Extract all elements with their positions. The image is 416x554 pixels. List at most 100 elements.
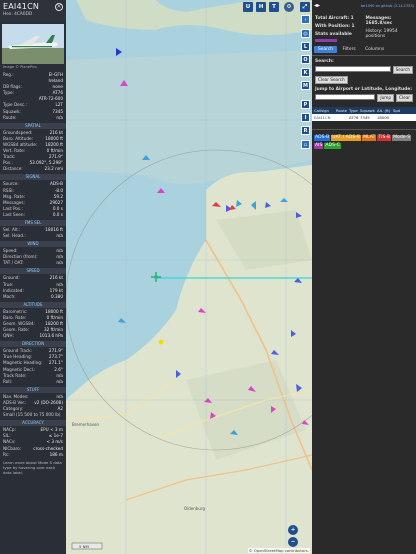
source-chip[interactable]: TIS-B [377, 135, 392, 141]
total-aircraft: Total Aircraft: 1 [315, 16, 354, 21]
stats-bar [315, 39, 337, 42]
col-altitude[interactable]: Alt. (ft) [377, 108, 391, 113]
aircraft-table: Callsign Route Type Squawk Alt. (ft) Spd… [312, 107, 416, 121]
detail-sections: SPATIAL Groundspeed: 216 kt Baro. Altitude:… [0, 122, 66, 458]
footer-note: Learn more about Mode S data type by hov… [3, 459, 62, 475]
col-callsign[interactable]: Callsign [314, 108, 334, 113]
detail-row: Small (15 500 to 75 000 lb) [0, 412, 66, 418]
settings-gear-icon[interactable]: ⚙ [284, 2, 294, 12]
clear-jump-button[interactable]: Clear [396, 94, 413, 102]
col-route[interactable]: Route [336, 108, 347, 113]
map-button-h[interactable]: H [256, 2, 266, 12]
tab-filters[interactable]: Filters [339, 46, 360, 53]
clear-search-button[interactable]: Clear Search [315, 76, 348, 84]
zoom-out-button[interactable]: − [288, 537, 298, 547]
airplane-photo-image [2, 24, 64, 64]
detail-label: Reg.: [3, 72, 14, 77]
detail-row: Roll: n/a [0, 379, 66, 385]
source-chip[interactable]: ADS-C [324, 143, 341, 149]
map-side-button-l[interactable]: L [301, 42, 310, 51]
fullscreen-icon[interactable]: ⤢ [300, 2, 310, 12]
source-chip[interactable]: Mode-S [392, 135, 412, 141]
callsign-title: EAI41CN [3, 2, 40, 11]
source-chip[interactable]: AIS [314, 143, 324, 149]
cell-squawk: 7345 [360, 115, 370, 120]
expand-left-icon[interactable]: ◂▸ [314, 2, 320, 9]
detail-value: n/a [56, 378, 63, 384]
source-chip[interactable]: UAT / ADS-R [331, 135, 362, 141]
collapse-arrow-icon[interactable]: › [301, 15, 310, 24]
col-speed[interactable]: Spd [393, 108, 401, 113]
map-button-t[interactable]: T [269, 2, 279, 12]
detail-row: Last Seen: 0.0 s [0, 212, 66, 218]
col-type[interactable]: Type [349, 108, 358, 113]
cell-speed [393, 115, 401, 120]
detail-label: Distance: [3, 166, 23, 172]
map-side-button-m[interactable]: M [301, 81, 310, 90]
section-header: DIRECTION [0, 341, 66, 348]
detail-label: Sel. Head.: [3, 233, 26, 239]
github-link[interactable]: tar1090 on github (3.14.1753) [361, 4, 414, 8]
detail-label: Type: [3, 90, 15, 96]
section-header: SPEED [0, 268, 66, 275]
detail-row: Distance: 23.2 nmi [0, 166, 66, 172]
history-count: History: 19954 positions [365, 29, 398, 39]
table-row[interactable]: EAI41CN AT76 7345 18000 [312, 114, 416, 121]
search-input[interactable] [315, 66, 391, 72]
map-side-button-r[interactable]: R [301, 126, 310, 135]
col-squawk[interactable]: Squawk [360, 108, 375, 113]
map-side-button-p[interactable]: P [301, 100, 310, 109]
map-side-button-i[interactable]: I [301, 113, 310, 122]
source-legend: ADS-B UAT / ADS-R MLAT TIS-B Mode-S AIS ADS-C [312, 129, 416, 154]
map-side-button-k[interactable]: K [301, 68, 310, 77]
cell-altitude: 18000 [377, 115, 390, 120]
tab-columns[interactable]: Columns [361, 46, 388, 53]
zoom-in-button[interactable]: + [288, 525, 298, 535]
detail-row: TAT / OAT: n/a [0, 260, 66, 266]
search-button[interactable]: Search [392, 66, 413, 74]
tab-bar: Search Filters Columns [312, 44, 416, 56]
place-label-bremerhaven: Bremerhaven [72, 422, 100, 427]
detail-row: QNH: 1013.6 hPa [0, 333, 66, 339]
detail-value: 23.2 nmi [44, 166, 63, 172]
section-header: FMS SEL [0, 219, 66, 226]
detail-label: QNH: [3, 333, 14, 339]
source-chip[interactable]: MLAT [362, 135, 377, 141]
detail-value: 0.0 s [52, 211, 63, 217]
tab-search[interactable]: Search [314, 46, 338, 53]
map-button-u[interactable]: U [243, 2, 253, 12]
cell-route [336, 115, 347, 120]
source-chip[interactable]: ADS-B [314, 135, 331, 141]
map-attribution[interactable]: © OpenStreetMap contributors. [247, 548, 310, 553]
detail-label: Route: [3, 114, 17, 120]
hex-label: Hex: 4CA0DD [3, 12, 33, 17]
jump-input[interactable] [315, 94, 376, 100]
info-header: EAI41CN Hex: 4CA0DD × [0, 0, 66, 22]
detail-value: n/a [56, 233, 63, 239]
map-side-button-o[interactable]: O [301, 55, 310, 64]
section-header: ACCURACY [0, 420, 66, 427]
detail-label: Mach: [3, 293, 16, 299]
scale-label: 5 NM [79, 544, 89, 549]
aircraft-list-panel: ◂▸ tar1090 on github (3.14.1753) Total A… [312, 0, 416, 554]
map-canvas [66, 0, 312, 554]
detail-label: TAT / OAT: [3, 260, 24, 266]
aircraft-info-panel: EAI41CN Hex: 4CA0DD × Image © PlanePics … [0, 0, 66, 554]
stats-link[interactable]: Stats available [315, 32, 363, 37]
section-header: SIGNAL [0, 174, 66, 181]
detail-value: n/a [56, 114, 63, 120]
detail-value: n/a [56, 260, 63, 266]
photo-credit: Image © PlanePics [3, 65, 37, 69]
aircraft-photo[interactable] [2, 24, 64, 64]
with-position: With Position: 1 [315, 24, 355, 29]
map-view[interactable]: Bremerhaven Oldenburg 5 NM © OpenStreetM… [66, 0, 312, 554]
close-icon[interactable]: × [55, 3, 63, 11]
jump-label: Jump to Airport or Latitude, Longitude: [315, 87, 412, 92]
right-top-bar: ◂▸ tar1090 on github (3.14.1753) [312, 0, 416, 14]
layers-icon[interactable]: ◎ [301, 29, 310, 38]
side-extra-icon[interactable]: ▫ [301, 140, 310, 149]
detail-label: Rc: [3, 451, 10, 457]
jump-button[interactable]: Jump [377, 94, 395, 102]
stats-block: Total Aircraft: 1 With Position: 1 Stats… [312, 14, 416, 44]
detail-value: 0.380 [51, 293, 63, 299]
